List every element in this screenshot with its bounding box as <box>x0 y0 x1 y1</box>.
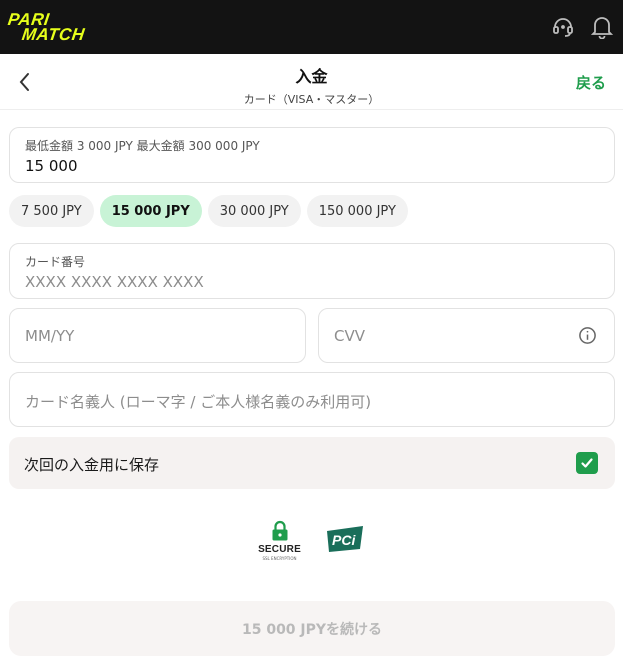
save-card-label: 次回の入金用に保存 <box>24 456 160 474</box>
pci-logo-icon: PCi <box>326 526 363 552</box>
cardholder-name-field[interactable]: カード名義人 (ローマ字 / ご本人様名義のみ利用可) <box>9 372 615 427</box>
check-icon <box>581 458 593 468</box>
preset-chip-150000[interactable]: 150 000 JPY <box>306 195 408 227</box>
cardholder-name-placeholder[interactable]: カード名義人 (ローマ字 / ご本人様名義のみ利用可) <box>25 391 371 412</box>
card-number-label: カード番号 <box>25 255 86 269</box>
expiry-placeholder[interactable]: MM/YY <box>25 327 74 345</box>
save-card-checkbox[interactable] <box>576 452 598 474</box>
secure-label: SECURE <box>258 544 301 555</box>
continue-button[interactable]: 15 000 JPYを続ける <box>9 601 615 656</box>
page-subtitle: カード（VISA・マスター） <box>243 93 380 106</box>
page-title: 入金 <box>295 67 328 86</box>
bell-icon[interactable] <box>591 15 613 39</box>
save-card-row[interactable]: 次回の入金用に保存 <box>9 437 615 489</box>
amount-field[interactable]: 最低金額 3 000 JPY 最大金額 300 000 JPY 15 000 <box>9 127 615 183</box>
support-agent-icon[interactable] <box>551 15 575 39</box>
parimatch-logo[interactable]: PARI MATCH <box>7 10 86 44</box>
lock-icon <box>272 520 287 541</box>
page-header: 入金 カード（VISA・マスター） 戻る <box>0 54 623 110</box>
info-icon[interactable] <box>578 326 597 349</box>
preset-chip-30000[interactable]: 30 000 JPY <box>207 195 301 227</box>
cvv-placeholder[interactable]: CVV <box>334 327 365 345</box>
amount-presets: 7 500 JPY 15 000 JPY 30 000 JPY 150 000 … <box>9 195 408 227</box>
back-link[interactable]: 戻る <box>576 72 606 93</box>
amount-limits-label: 最低金額 3 000 JPY 最大金額 300 000 JPY <box>25 139 260 153</box>
logo-line-2: MATCH <box>20 25 86 44</box>
preset-chip-15000[interactable]: 15 000 JPY <box>99 195 202 227</box>
card-number-field[interactable]: カード番号 XXXX XXXX XXXX XXXX <box>9 243 615 299</box>
secure-ssl-badge: SECURE SSL ENCRYPTION <box>258 520 301 561</box>
expiry-field[interactable]: MM/YY <box>9 308 306 363</box>
cvv-field[interactable]: CVV <box>318 308 615 363</box>
top-bar: PARI MATCH <box>0 0 623 54</box>
preset-chip-7500[interactable]: 7 500 JPY <box>9 195 94 227</box>
secure-sub-label: SSL ENCRYPTION <box>262 556 297 561</box>
amount-input-value[interactable]: 15 000 <box>25 157 78 175</box>
svg-text:PCi: PCi <box>332 532 356 548</box>
security-badges: SECURE SSL ENCRYPTION PCi <box>0 520 623 561</box>
card-number-placeholder[interactable]: XXXX XXXX XXXX XXXX <box>25 273 204 291</box>
